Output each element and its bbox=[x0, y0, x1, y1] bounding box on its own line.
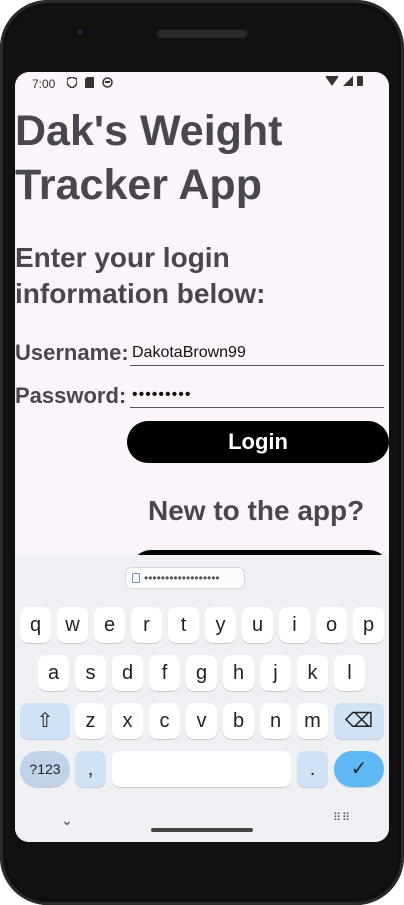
shift-key[interactable]: ⇧ bbox=[20, 703, 70, 739]
password-input[interactable] bbox=[130, 382, 384, 408]
key-x[interactable]: x bbox=[112, 703, 143, 739]
username-label: Username: bbox=[15, 340, 129, 365]
password-label: Password: bbox=[15, 383, 127, 408]
status-left-icons bbox=[66, 76, 113, 91]
period-key[interactable]: . bbox=[297, 751, 328, 787]
comma-key[interactable]: , bbox=[75, 751, 106, 787]
key-s[interactable]: s bbox=[75, 655, 106, 691]
sd-card-icon bbox=[85, 77, 94, 91]
key-v[interactable]: v bbox=[186, 703, 217, 739]
key-c[interactable]: c bbox=[149, 703, 180, 739]
key-i[interactable]: i bbox=[279, 607, 310, 643]
battery-icon bbox=[357, 76, 363, 86]
key-m[interactable]: m bbox=[297, 703, 328, 739]
key-g[interactable]: g bbox=[186, 655, 217, 691]
app-title: Dak's Weight Tracker App bbox=[15, 107, 283, 209]
symbols-key[interactable]: ?123 bbox=[20, 751, 70, 787]
signal-icon bbox=[343, 76, 353, 86]
key-e[interactable]: e bbox=[94, 607, 125, 643]
ghost-icon bbox=[102, 77, 113, 91]
clipboard-text: •••••••••••••••••• bbox=[144, 571, 220, 585]
key-r[interactable]: r bbox=[131, 607, 162, 643]
key-h[interactable]: h bbox=[223, 655, 254, 691]
username-input[interactable] bbox=[130, 340, 384, 366]
on-screen-keyboard: •••••••••••••••••• q w e r t y u i o p a… bbox=[15, 555, 389, 842]
clipboard-suggestion[interactable]: •••••••••••••••••• bbox=[125, 567, 245, 589]
front-camera bbox=[74, 26, 86, 38]
shield-icon bbox=[66, 76, 78, 91]
status-right-icons bbox=[325, 76, 363, 86]
phone-frame: 7:00 Dak's Weight Tracker App Enter your… bbox=[0, 0, 404, 905]
space-bar[interactable] bbox=[112, 751, 291, 787]
keyboard-switcher-icon[interactable]: ⠿⠿ bbox=[333, 811, 351, 824]
key-a[interactable]: a bbox=[38, 655, 69, 691]
key-j[interactable]: j bbox=[260, 655, 291, 691]
status-bar: 7:00 bbox=[15, 72, 389, 96]
key-f[interactable]: f bbox=[149, 655, 180, 691]
status-time: 7:00 bbox=[32, 77, 56, 91]
key-w[interactable]: w bbox=[57, 607, 88, 643]
key-z[interactable]: z bbox=[75, 703, 106, 739]
login-instructions: Enter your login information below: bbox=[15, 242, 266, 309]
key-p[interactable]: p bbox=[353, 607, 384, 643]
key-l[interactable]: l bbox=[334, 655, 365, 691]
key-o[interactable]: o bbox=[316, 607, 347, 643]
key-k[interactable]: k bbox=[297, 655, 328, 691]
backspace-key[interactable]: ⌫ bbox=[334, 703, 384, 739]
wifi-icon bbox=[325, 76, 339, 86]
new-user-prompt: New to the app? bbox=[148, 495, 365, 526]
key-q[interactable]: q bbox=[20, 607, 51, 643]
app-screen: 7:00 Dak's Weight Tracker App Enter your… bbox=[15, 72, 389, 842]
earpiece-speaker bbox=[156, 28, 248, 38]
enter-key[interactable]: ✓ bbox=[334, 751, 384, 787]
login-button[interactable]: Login bbox=[127, 421, 389, 463]
key-u[interactable]: u bbox=[242, 607, 273, 643]
gesture-nav-bar[interactable] bbox=[151, 828, 253, 832]
key-n[interactable]: n bbox=[260, 703, 291, 739]
hide-keyboard-icon[interactable]: ⌄ bbox=[61, 812, 73, 829]
clipboard-icon bbox=[132, 573, 140, 583]
key-d[interactable]: d bbox=[112, 655, 143, 691]
key-t[interactable]: t bbox=[168, 607, 199, 643]
key-b[interactable]: b bbox=[223, 703, 254, 739]
key-y[interactable]: y bbox=[205, 607, 236, 643]
